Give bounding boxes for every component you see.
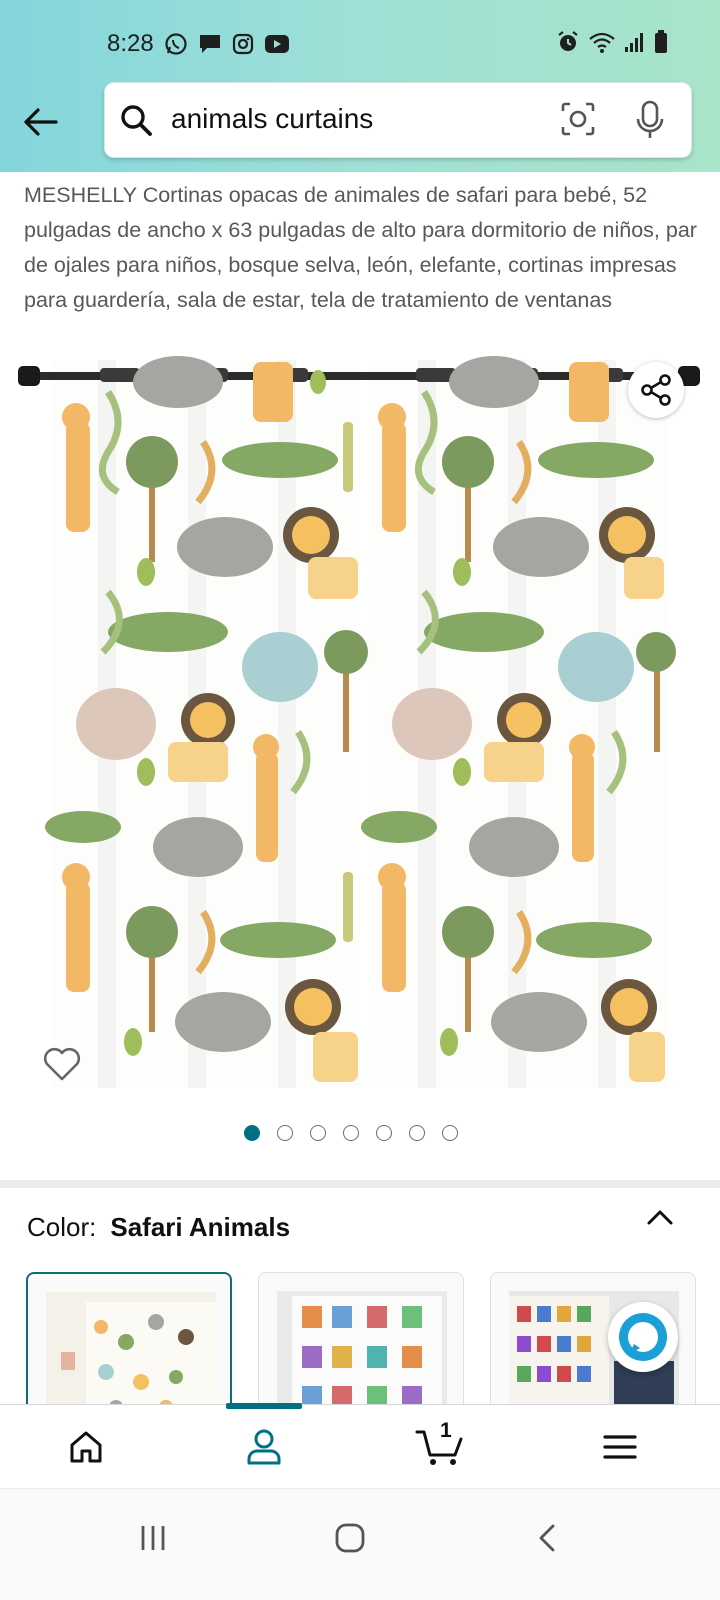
color-selector-header[interactable]: Color: Safari Animals — [27, 1212, 290, 1243]
color-label: Color: — [27, 1212, 97, 1242]
cart-count-badge: 1 — [440, 1419, 452, 1442]
microphone-icon[interactable] — [635, 100, 665, 145]
image-pagination — [244, 1125, 458, 1141]
whatsapp-icon — [165, 33, 187, 55]
section-divider — [0, 1180, 720, 1188]
heart-icon — [43, 1047, 81, 1081]
nav-home[interactable] — [56, 1421, 116, 1473]
app-root: 8:28 animals curtains MESHELLY Cortinas … — [0, 0, 720, 1600]
share-button[interactable] — [628, 362, 684, 418]
chevron-up-icon[interactable] — [646, 1206, 674, 1233]
swatch-image — [46, 1292, 216, 1410]
recent-apps-icon — [141, 1526, 165, 1550]
menu-icon — [603, 1435, 637, 1459]
system-navigation-bar — [0, 1488, 720, 1600]
swatch-image — [277, 1291, 447, 1411]
wifi-icon — [589, 32, 615, 53]
account-icon — [247, 1429, 281, 1465]
recent-apps-button[interactable] — [128, 1513, 178, 1563]
color-swatch-alphabet-animals[interactable] — [258, 1272, 464, 1412]
alarm-icon — [558, 31, 578, 51]
pagination-dot[interactable] — [343, 1125, 359, 1141]
message-icon — [200, 35, 220, 53]
pagination-dot-active[interactable] — [244, 1125, 260, 1141]
status-time: 8:28 — [107, 30, 154, 57]
status-bar: 8:28 — [0, 22, 720, 68]
bottom-navigation: 1 — [0, 1403, 720, 1488]
product-image — [18, 356, 700, 1088]
product-image-carousel[interactable] — [18, 352, 700, 1097]
share-icon — [641, 374, 671, 406]
youtube-icon — [265, 35, 289, 53]
search-box[interactable]: animals curtains — [104, 82, 692, 158]
pagination-dot[interactable] — [376, 1125, 392, 1141]
pagination-dot[interactable] — [277, 1125, 293, 1141]
back-arrow-icon — [24, 108, 58, 136]
battery-icon — [655, 30, 667, 53]
system-back-button[interactable] — [522, 1513, 572, 1563]
alexa-button[interactable] — [608, 1302, 678, 1372]
nav-account[interactable] — [234, 1421, 294, 1473]
color-selected-value: Safari Animals — [110, 1212, 291, 1242]
header: 8:28 animals curtains — [0, 0, 720, 172]
product-title[interactable]: MESHELLY Cortinas opacas de animales de … — [24, 178, 704, 318]
back-button[interactable] — [18, 100, 62, 144]
pagination-dot[interactable] — [310, 1125, 326, 1141]
chevron-left-icon — [539, 1524, 555, 1552]
pagination-dot[interactable] — [442, 1125, 458, 1141]
alexa-icon — [619, 1313, 667, 1361]
home-circle-icon — [335, 1523, 365, 1553]
instagram-icon — [232, 33, 254, 55]
signal-icon — [625, 33, 643, 52]
active-tab-indicator — [226, 1403, 302, 1409]
system-status-icons — [556, 30, 668, 54]
home-system-button[interactable] — [325, 1513, 375, 1563]
pagination-dot[interactable] — [409, 1125, 425, 1141]
nav-menu[interactable] — [590, 1421, 650, 1473]
wishlist-button[interactable] — [40, 1042, 84, 1086]
search-input[interactable]: animals curtains — [171, 103, 373, 135]
color-swatch-safari-animals[interactable] — [26, 1272, 232, 1412]
camera-lens-icon[interactable] — [560, 101, 596, 142]
home-icon — [70, 1431, 102, 1463]
notification-icons — [164, 32, 290, 56]
search-icon — [119, 103, 153, 142]
